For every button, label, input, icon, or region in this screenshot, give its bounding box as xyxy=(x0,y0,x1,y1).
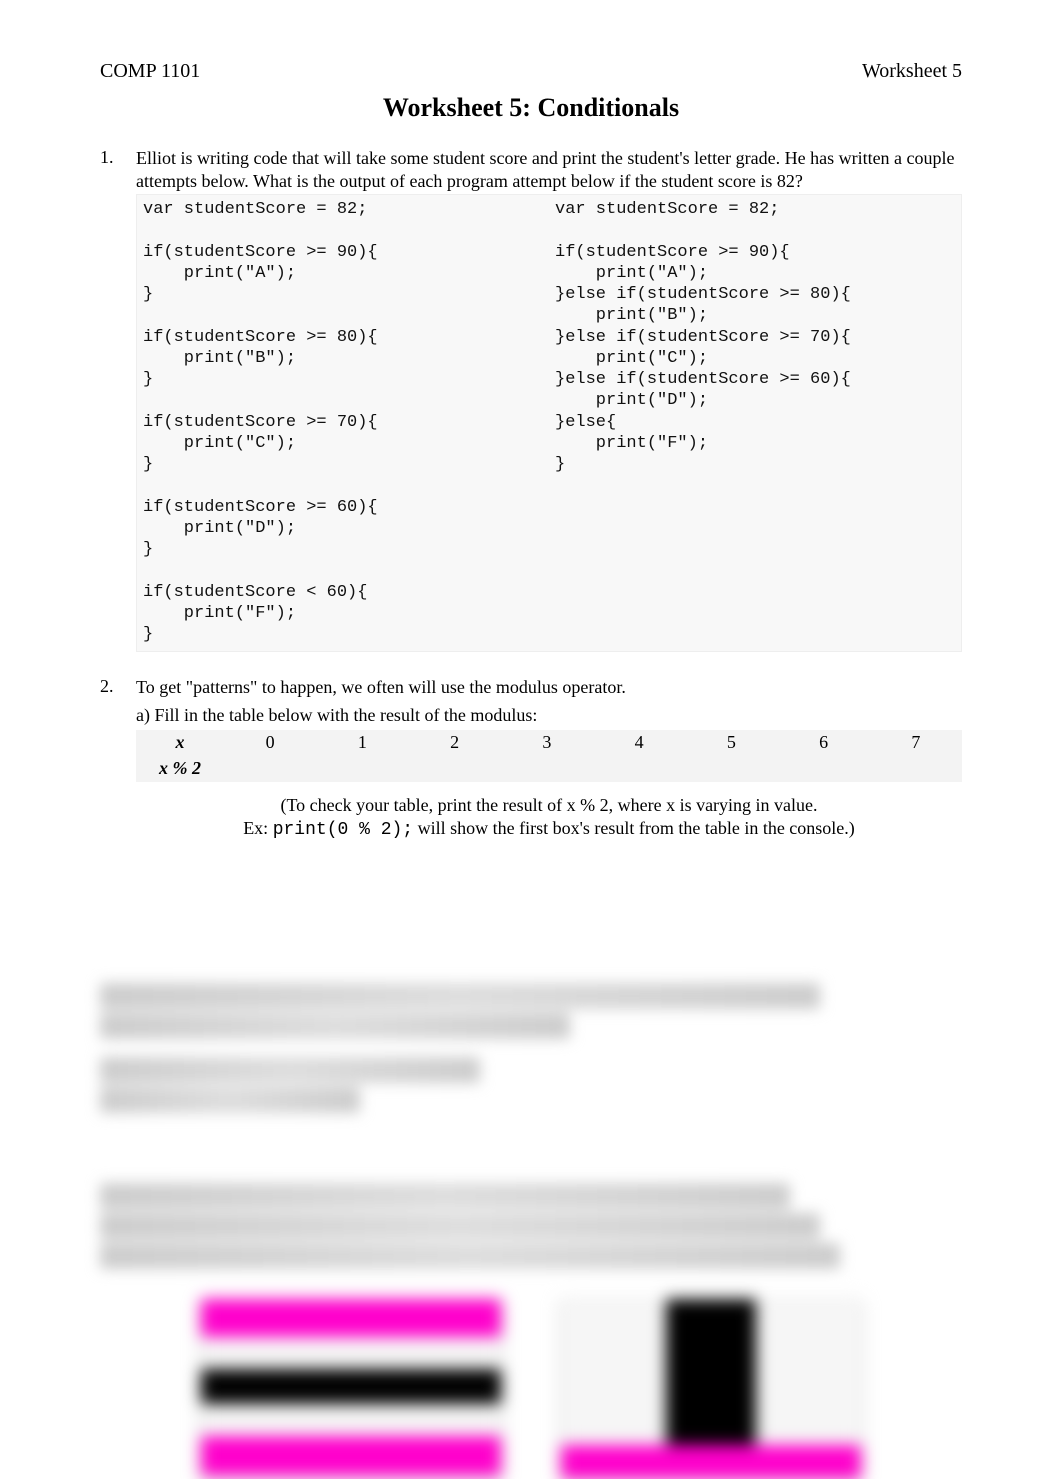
answer-cell[interactable] xyxy=(593,756,685,782)
answer-cell[interactable] xyxy=(501,756,593,782)
question-2: 2. To get "patterns" to happen, we often… xyxy=(100,676,962,842)
question-2-number: 2. xyxy=(100,676,136,842)
x-cell: 3 xyxy=(501,730,593,756)
question-2-text: To get "patterns" to happen, we often wi… xyxy=(136,676,962,699)
modulus-table: x 0 1 2 3 4 5 6 7 x % 2 xyxy=(136,730,962,782)
code-attempt-1: var studentScore = 82; if(studentScore >… xyxy=(137,195,549,651)
row-header-x: x xyxy=(136,730,224,756)
x-cell: 7 xyxy=(870,730,962,756)
answer-cell[interactable] xyxy=(870,756,962,782)
page: COMP 1101 Worksheet 5 Worksheet 5: Condi… xyxy=(0,0,1062,1479)
question-1: 1. Elliot is writing code that will take… xyxy=(100,147,962,652)
course-code: COMP 1101 xyxy=(100,60,200,83)
question-2a-text: a) Fill in the table below with the resu… xyxy=(136,705,962,726)
answer-cell[interactable] xyxy=(316,756,408,782)
answer-cell[interactable] xyxy=(778,756,870,782)
worksheet-number: Worksheet 5 xyxy=(862,60,962,83)
code-column-left: var studentScore = 82; if(studentScore >… xyxy=(137,195,549,651)
answer-cell[interactable] xyxy=(224,756,316,782)
hint-prefix: Ex: xyxy=(243,818,273,838)
hint-line-2: Ex: print(0 % 2); will show the first bo… xyxy=(136,817,962,842)
x-cell: 6 xyxy=(778,730,870,756)
x-cell: 2 xyxy=(409,730,501,756)
hint-code-example: print(0 % 2); xyxy=(273,820,413,840)
obscured-pattern-right xyxy=(561,1299,861,1479)
table-row: x % 2 xyxy=(136,756,962,782)
hint-suffix: will show the first box's result from th… xyxy=(413,818,855,838)
table-check-hint: (To check your table, print the result o… xyxy=(136,794,962,843)
page-header: COMP 1101 Worksheet 5 xyxy=(100,60,962,83)
x-cell: 0 xyxy=(224,730,316,756)
x-cell: 5 xyxy=(685,730,777,756)
page-title: Worksheet 5: Conditionals xyxy=(100,93,962,123)
hint-line-1: (To check your table, print the result o… xyxy=(136,794,962,817)
answer-cell[interactable] xyxy=(409,756,501,782)
obscured-pattern-left xyxy=(201,1299,501,1479)
code-attempt-2: var studentScore = 82; if(studentScore >… xyxy=(549,195,961,481)
question-1-text: Elliot is writing code that will take so… xyxy=(136,147,962,192)
question-2-body: To get "patterns" to happen, we often wi… xyxy=(136,676,962,842)
code-column-right: var studentScore = 82; if(studentScore >… xyxy=(549,195,961,651)
answer-cell[interactable] xyxy=(685,756,777,782)
table-row: x 0 1 2 3 4 5 6 7 xyxy=(136,730,962,756)
row-header-mod: x % 2 xyxy=(136,756,224,782)
code-columns: var studentScore = 82; if(studentScore >… xyxy=(136,194,962,652)
x-cell: 4 xyxy=(593,730,685,756)
obscured-content xyxy=(100,983,962,1479)
obscured-pattern-row xyxy=(100,1299,962,1479)
x-cell: 1 xyxy=(316,730,408,756)
question-list: 1. Elliot is writing code that will take… xyxy=(100,147,962,843)
question-1-body: Elliot is writing code that will take so… xyxy=(136,147,962,652)
question-1-number: 1. xyxy=(100,147,136,652)
